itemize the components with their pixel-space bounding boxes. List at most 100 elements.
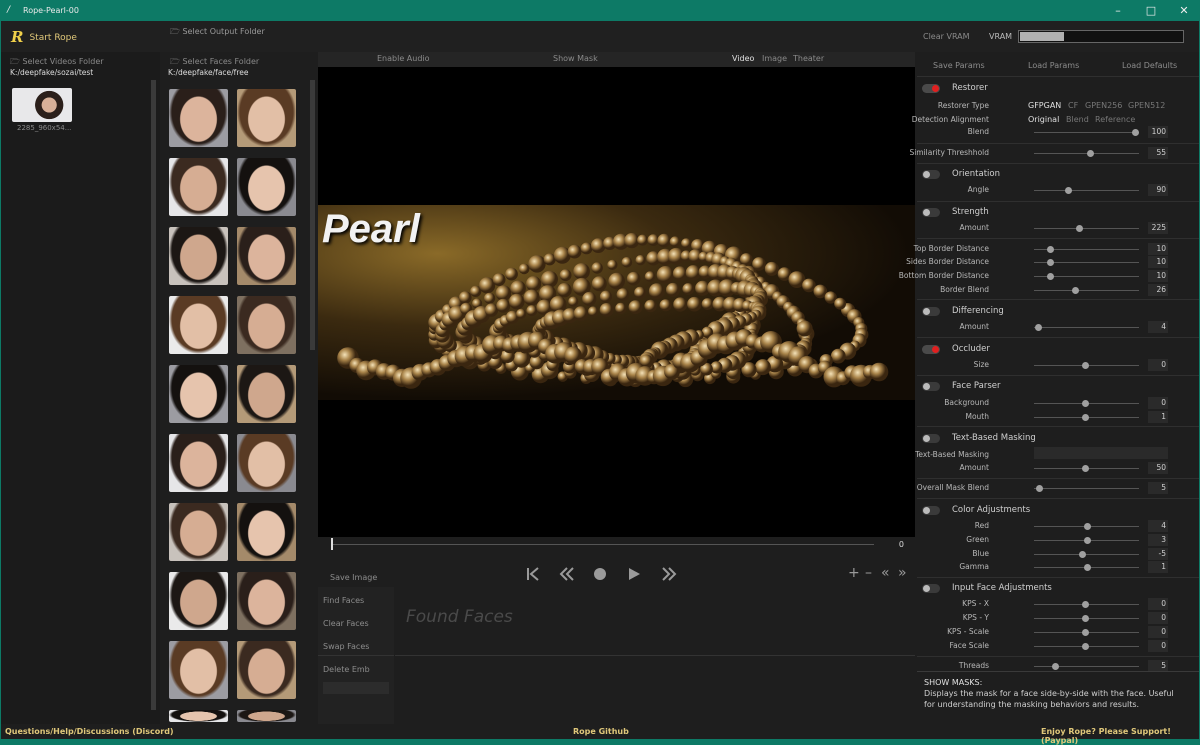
- border-value[interactable]: 10: [1148, 243, 1168, 255]
- clear-faces-button[interactable]: Clear Faces: [323, 619, 369, 628]
- slider-knob[interactable]: [1083, 537, 1091, 544]
- timeline-slider[interactable]: [332, 544, 874, 545]
- border-slider[interactable]: [1034, 287, 1139, 294]
- shift-left-icon[interactable]: «: [881, 565, 890, 581]
- face-thumbnail[interactable]: [237, 89, 296, 147]
- face-thumbnail[interactable]: [237, 710, 296, 722]
- face-thumbnail[interactable]: [237, 434, 296, 492]
- text-masking-input[interactable]: [1034, 447, 1168, 459]
- input-face-value[interactable]: 0: [1148, 640, 1168, 652]
- orientation-value[interactable]: 90: [1148, 184, 1168, 196]
- slider-knob[interactable]: [1083, 523, 1091, 530]
- differencing-slider[interactable]: [1034, 324, 1139, 331]
- zoom-in-icon[interactable]: +: [848, 565, 860, 581]
- face-parser-slider[interactable]: [1034, 400, 1139, 407]
- text-mask-slider[interactable]: [1034, 465, 1139, 472]
- occluder-value[interactable]: 0: [1148, 359, 1168, 371]
- face-thumbnail[interactable]: [169, 710, 228, 722]
- paypal-link[interactable]: Enjoy Rope? Please Support! (Paypal): [1041, 727, 1199, 745]
- strength-value[interactable]: 225: [1148, 222, 1168, 234]
- input-face-value[interactable]: 0: [1148, 598, 1168, 610]
- restorer-type-gpen256[interactable]: GPEN256: [1085, 101, 1122, 110]
- face-thumbnail[interactable]: [169, 503, 228, 561]
- restorer-toggle[interactable]: [922, 84, 940, 93]
- github-link[interactable]: Rope Github: [573, 727, 629, 736]
- color-slider[interactable]: [1034, 564, 1139, 571]
- enable-audio-button[interactable]: Enable Audio: [377, 54, 430, 63]
- strength-slider[interactable]: [1034, 225, 1139, 232]
- border-value[interactable]: 26: [1148, 284, 1168, 296]
- slider-knob[interactable]: [1046, 273, 1054, 280]
- discord-link[interactable]: Questions/Help/Discussions (Discord): [5, 727, 174, 736]
- face-parser-value[interactable]: 1: [1148, 411, 1168, 423]
- border-value[interactable]: 10: [1148, 256, 1168, 268]
- color-slider[interactable]: [1034, 537, 1139, 544]
- input-face-slider[interactable]: [1034, 629, 1139, 636]
- tab-theater[interactable]: Theater: [793, 54, 824, 63]
- minimize-icon[interactable]: –: [1102, 0, 1134, 21]
- slider-knob[interactable]: [1064, 187, 1072, 194]
- strength-toggle[interactable]: [922, 208, 940, 217]
- face-thumbnail[interactable]: [169, 641, 228, 699]
- slider-knob[interactable]: [1086, 150, 1094, 157]
- input-face-value[interactable]: 0: [1148, 626, 1168, 638]
- rewind-icon[interactable]: [559, 567, 574, 581]
- similarity-value[interactable]: 55: [1148, 147, 1168, 159]
- play-icon[interactable]: [629, 568, 640, 580]
- face-thumbnail[interactable]: [237, 227, 296, 285]
- delete-emb-button[interactable]: Delete Emb: [323, 665, 370, 674]
- face-thumbnail[interactable]: [237, 572, 296, 630]
- alignment-reference[interactable]: Reference: [1095, 115, 1135, 124]
- slider-knob[interactable]: [1046, 259, 1054, 266]
- face-parser-value[interactable]: 0: [1148, 397, 1168, 409]
- record-icon[interactable]: [594, 568, 606, 580]
- swap-faces-button[interactable]: Swap Faces: [323, 642, 369, 651]
- border-slider[interactable]: [1034, 246, 1139, 253]
- text-mask-value[interactable]: 50: [1148, 462, 1168, 474]
- color-value[interactable]: -5: [1148, 548, 1168, 560]
- timeline-handle[interactable]: [331, 538, 333, 550]
- restorer-type-cf[interactable]: CF: [1068, 101, 1078, 110]
- border-slider[interactable]: [1034, 259, 1139, 266]
- color-slider[interactable]: [1034, 551, 1139, 558]
- alignment-blend[interactable]: Blend: [1066, 115, 1089, 124]
- threads-slider[interactable]: [1034, 663, 1139, 670]
- videos-scrollbar[interactable]: [151, 80, 156, 710]
- overall-value[interactable]: 5: [1148, 482, 1168, 494]
- input-face-slider[interactable]: [1034, 601, 1139, 608]
- overall-slider[interactable]: [1034, 485, 1139, 492]
- save-params-button[interactable]: Save Params: [933, 61, 985, 70]
- face-parser-slider[interactable]: [1034, 414, 1139, 421]
- differencing-value[interactable]: 4: [1148, 321, 1168, 333]
- face-thumbnail[interactable]: [169, 158, 228, 216]
- color-value[interactable]: 1: [1148, 561, 1168, 573]
- slider-knob[interactable]: [1052, 663, 1059, 670]
- load-params-button[interactable]: Load Params: [1028, 61, 1079, 70]
- restorer-type-gfpgan[interactable]: GFPGAN: [1028, 101, 1061, 110]
- slider-knob[interactable]: [1131, 129, 1139, 136]
- face-thumbnail[interactable]: [237, 365, 296, 423]
- input-face-slider[interactable]: [1034, 615, 1139, 622]
- find-faces-button[interactable]: Find Faces: [323, 596, 364, 605]
- color-adjustments-toggle[interactable]: [922, 506, 940, 515]
- select-output-folder-button[interactable]: 🗁 Select Output Folder: [170, 26, 265, 40]
- embedding-name-input[interactable]: [323, 682, 389, 694]
- alignment-original[interactable]: Original: [1028, 115, 1059, 124]
- similarity-slider[interactable]: [1034, 150, 1139, 157]
- orientation-toggle[interactable]: [922, 170, 940, 179]
- close-icon[interactable]: ✕: [1168, 0, 1200, 21]
- face-thumbnail[interactable]: [169, 296, 228, 354]
- color-value[interactable]: 4: [1148, 520, 1168, 532]
- face-parser-toggle[interactable]: [922, 382, 940, 391]
- color-slider[interactable]: [1034, 523, 1139, 530]
- input-face-slider[interactable]: [1034, 643, 1139, 650]
- faces-scrollbar[interactable]: [310, 80, 315, 350]
- tab-image[interactable]: Image: [762, 54, 787, 63]
- slider-knob[interactable]: [1046, 246, 1054, 253]
- face-thumbnail[interactable]: [237, 158, 296, 216]
- face-thumbnail[interactable]: [169, 365, 228, 423]
- input-face-toggle[interactable]: [922, 584, 940, 593]
- show-mask-button[interactable]: Show Mask: [553, 54, 598, 63]
- face-thumbnail[interactable]: [169, 434, 228, 492]
- color-value[interactable]: 3: [1148, 534, 1168, 546]
